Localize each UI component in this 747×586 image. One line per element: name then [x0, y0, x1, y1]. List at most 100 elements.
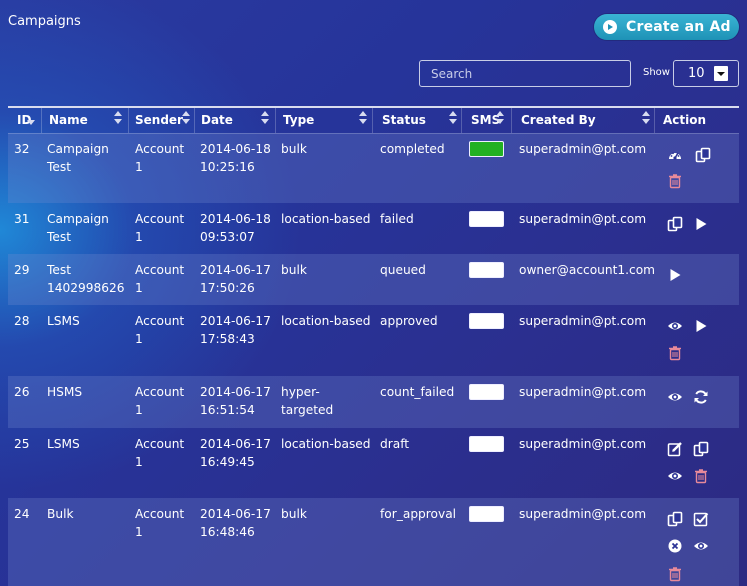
column-header-type[interactable]: Type	[283, 113, 314, 127]
cell-id: 28	[14, 314, 30, 328]
table-header: ID Name Sender Date Type Status SMS Crea…	[8, 106, 739, 134]
cell-id: 32	[14, 142, 30, 156]
cell-created-by: superadmin@pt.com	[519, 212, 647, 226]
cell-date: 2014-06-17 16:51:54	[200, 385, 271, 417]
cell-created-by: superadmin@pt.com	[519, 314, 647, 328]
create-ad-button[interactable]: Create an Ad	[594, 14, 739, 40]
cancel-icon[interactable]	[667, 538, 683, 554]
sort-icon[interactable]	[182, 111, 190, 126]
column-divider	[128, 108, 129, 133]
table-row[interactable]: 25 LSMS Account 1 2014-06-17 16:49:45 locati…	[8, 428, 739, 498]
sort-icon[interactable]	[261, 111, 269, 126]
cell-name: Campaign Test	[47, 142, 109, 174]
play-circle-icon	[603, 20, 617, 34]
cell-type: bulk	[281, 507, 307, 521]
eye-icon[interactable]	[693, 538, 709, 554]
cell-status: failed	[380, 212, 414, 226]
cell-type: hyper- targeted	[281, 385, 334, 417]
sort-icon[interactable]	[642, 111, 650, 126]
column-divider	[461, 108, 462, 133]
cell-sender: Account 1	[135, 385, 185, 417]
sms-status-indicator	[469, 436, 504, 452]
eye-icon[interactable]	[667, 468, 683, 484]
sort-icon[interactable]	[496, 111, 504, 126]
page-title: Campaigns	[8, 14, 81, 29]
page-size-select[interactable]: 10	[673, 60, 739, 87]
column-header-name[interactable]: Name	[49, 113, 88, 127]
refresh-icon[interactable]	[693, 389, 709, 405]
column-header-action: Action	[663, 113, 707, 127]
table-row[interactable]: 29 Test 1402998626 Account 1 2014-06-17 17:…	[8, 254, 739, 305]
cell-sender: Account 1	[135, 212, 185, 244]
cell-sender: Account 1	[135, 142, 185, 174]
cell-date: 2014-06-17 16:49:45	[200, 437, 271, 469]
check-icon[interactable]	[693, 511, 709, 527]
cell-date: 2014-06-18 10:25:16	[200, 142, 271, 174]
cell-sender: Account 1	[135, 437, 185, 469]
create-ad-label: Create an Ad	[626, 19, 731, 35]
trash-icon[interactable]	[667, 566, 683, 582]
cell-date: 2014-06-17 17:50:26	[200, 263, 271, 295]
cell-type: bulk	[281, 142, 307, 156]
cell-id: 26	[14, 385, 30, 399]
copy-icon[interactable]	[693, 441, 709, 457]
sort-icon[interactable]	[449, 111, 457, 126]
sms-status-indicator	[469, 262, 504, 278]
edit-icon[interactable]	[667, 441, 683, 457]
sms-status-indicator	[469, 141, 504, 157]
sms-status-indicator	[469, 506, 504, 522]
cell-status: approved	[380, 314, 438, 328]
table-row[interactable]: 24 Bulk Account 1 2014-06-17 16:48:46 bulk fo…	[8, 498, 739, 586]
cell-type: location-based	[281, 314, 371, 328]
sms-status-indicator	[469, 384, 504, 400]
cell-date: 2014-06-17 17:58:43	[200, 314, 271, 346]
table-row[interactable]: 26 HSMS Account 1 2014-06-17 16:51:54 hyper-…	[8, 376, 739, 428]
cell-created-by: superadmin@pt.com	[519, 507, 647, 521]
dashboard-icon[interactable]	[667, 147, 683, 163]
cell-date: 2014-06-18 09:53:07	[200, 212, 271, 244]
copy-icon[interactable]	[667, 216, 683, 232]
column-divider	[194, 108, 195, 133]
search-input[interactable]	[419, 60, 631, 87]
cell-type: location-based	[281, 212, 371, 226]
cell-created-by: superadmin@pt.com	[519, 385, 647, 399]
cell-id: 25	[14, 437, 30, 451]
sort-icon[interactable]	[359, 111, 367, 126]
cell-created-by: owner@account1.com	[519, 263, 656, 277]
cell-created-by: superadmin@pt.com	[519, 142, 647, 156]
cell-name: LSMS	[47, 314, 80, 328]
chevron-down-icon[interactable]	[714, 66, 728, 81]
column-divider	[511, 108, 512, 133]
play-icon[interactable]	[693, 216, 709, 232]
cell-id: 29	[14, 263, 30, 277]
cell-sender: Account 1	[135, 507, 185, 539]
page-size-value: 10	[688, 66, 705, 81]
column-header-created-by[interactable]: Created By	[521, 113, 596, 127]
table-row[interactable]: 32 Campaign Test Account 1 2014-06-18 10:25…	[8, 133, 739, 203]
eye-icon[interactable]	[667, 389, 683, 405]
cell-date: 2014-06-17 16:48:46	[200, 507, 271, 539]
sms-status-indicator	[469, 211, 504, 227]
table-row[interactable]: 28 LSMS Account 1 2014-06-17 17:58:43 locati…	[8, 305, 739, 376]
cell-status: queued	[380, 263, 426, 277]
cell-id: 24	[14, 507, 30, 521]
eye-icon[interactable]	[667, 318, 683, 334]
column-header-date[interactable]: Date	[201, 113, 233, 127]
trash-icon[interactable]	[667, 173, 683, 189]
table-row[interactable]: 31 Campaign Test Account 1 2014-06-18 09:53…	[8, 203, 739, 254]
play-icon[interactable]	[667, 267, 683, 283]
campaigns-table: ID Name Sender Date Type Status SMS Crea…	[8, 106, 739, 586]
copy-icon[interactable]	[667, 511, 683, 527]
column-header-status[interactable]: Status	[382, 113, 426, 127]
cell-type: location-based	[281, 437, 371, 451]
trash-icon[interactable]	[693, 468, 709, 484]
cell-name: HSMS	[47, 385, 83, 399]
cell-status: draft	[380, 437, 410, 451]
copy-icon[interactable]	[695, 147, 711, 163]
trash-icon[interactable]	[667, 345, 683, 361]
play-icon[interactable]	[693, 318, 709, 334]
sort-icon[interactable]	[114, 111, 122, 126]
cell-status: completed	[380, 142, 445, 156]
column-header-sender[interactable]: Sender	[135, 113, 183, 127]
sort-icon[interactable]	[27, 111, 35, 126]
